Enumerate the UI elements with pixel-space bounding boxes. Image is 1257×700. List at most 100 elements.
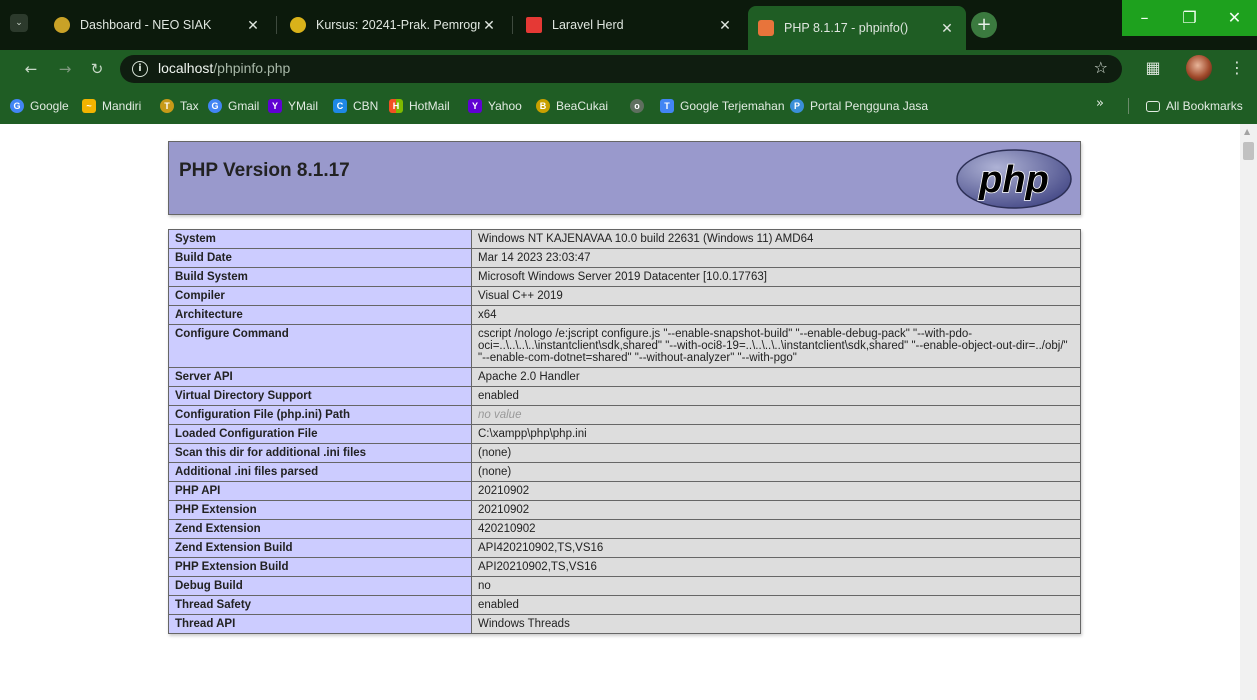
setting-name: Zend Extension Build (168, 538, 472, 558)
tab-laravel-herd[interactable]: Laravel Herd ✕ (516, 8, 744, 42)
page-scrollbar[interactable]: ▲ (1240, 124, 1257, 700)
bookmark-google-terjemahan[interactable]: T Google Terjemahan (660, 97, 785, 115)
table-row: Loaded Configuration File C:\xampp\php\ph… (168, 424, 1081, 444)
bookmark-google[interactable]: G Google (10, 97, 69, 115)
reload-button[interactable]: ↻ (86, 58, 108, 80)
setting-name: Server API (168, 367, 472, 387)
scroll-up-arrow-icon[interactable]: ▲ (1244, 127, 1250, 136)
bookmark-label: Mandiri (102, 99, 142, 113)
address-bar[interactable]: i localhost/phpinfo.php ☆ (120, 55, 1122, 83)
new-tab-button[interactable]: + (971, 12, 997, 38)
bookmark-beacukai[interactable]: B BeaCukai (536, 97, 608, 115)
xampp-favicon-icon (758, 20, 774, 36)
bookmark-label: Google (30, 99, 69, 113)
bookmark-yahoo[interactable]: Y Yahoo (468, 97, 522, 115)
setting-value: (none) (471, 462, 1081, 482)
table-row: Scan this dir for additional .ini files(… (168, 443, 1081, 463)
forward-button[interactable]: → (54, 58, 76, 80)
tab-kursus[interactable]: Kursus: 20241-Prak. Pemrogram ✕ (280, 8, 508, 42)
table-row: PHP API 20210902 (168, 481, 1081, 501)
yahoo-icon: Y (468, 99, 482, 113)
table-row: Configuration File (php.ini) Path no valu… (168, 405, 1081, 425)
tab-title: Dashboard - NEO SIAK (80, 18, 212, 32)
all-bookmarks-button[interactable]: All Bookmarks (1146, 97, 1243, 115)
google-icon: G (10, 99, 24, 113)
setting-name: Compiler (168, 286, 472, 306)
tab-close-icon[interactable]: ✕ (244, 17, 262, 34)
folder-icon (1146, 100, 1160, 112)
setting-name: Zend Extension (168, 519, 472, 539)
table-row: Architecture x64 (168, 305, 1081, 325)
bookmark-ymail[interactable]: Y YMail (268, 97, 318, 115)
setting-name: PHP API (168, 481, 472, 501)
bookmark-globe[interactable]: o (630, 97, 650, 115)
url-path: /phpinfo.php (213, 60, 291, 76)
scrollbar-thumb[interactable] (1243, 142, 1254, 160)
setting-name: Scan this dir for additional .ini files (168, 443, 472, 463)
tab-close-icon[interactable]: ✕ (938, 20, 956, 37)
tab-search-icon[interactable]: ⌄ (10, 14, 28, 32)
table-row: System Windows NT KAJENAVAA 10.0 build 22… (168, 229, 1081, 249)
table-row: Build System Microsoft Windows Server 201… (168, 267, 1081, 287)
tab-separator (512, 16, 513, 34)
bookmark-mandiri[interactable]: ~ Mandiri (82, 97, 141, 115)
bookmark-label: Yahoo (488, 99, 522, 113)
setting-value: no value (471, 405, 1081, 425)
setting-value: API420210902,TS,VS16 (471, 538, 1081, 558)
setting-name: PHP Extension (168, 500, 472, 520)
setting-value: C:\xampp\php\php.ini (471, 424, 1081, 444)
ymail-icon: Y (268, 99, 282, 113)
bookmark-hotmail[interactable]: H HotMail (389, 97, 450, 115)
tab-title: Kursus: 20241-Prak. Pemrogram (316, 18, 480, 32)
setting-name: Build System (168, 267, 472, 287)
tax-icon: T (160, 99, 174, 113)
table-row: Server API Apache 2.0 Handler (168, 367, 1081, 387)
all-bookmarks-label: All Bookmarks (1166, 99, 1243, 113)
setting-value: API20210902,TS,VS16 (471, 557, 1081, 577)
bookmark-tax[interactable]: T Tax (160, 97, 199, 115)
back-button[interactable]: ← (20, 58, 42, 80)
portal-icon: P (790, 99, 804, 113)
gmail-icon: G (208, 99, 222, 113)
kursus-favicon-icon (290, 17, 306, 33)
tab-title: Laravel Herd (552, 18, 624, 32)
php-logo-text: php (978, 159, 1049, 201)
bookmark-label: HotMail (409, 99, 450, 113)
tab-phpinfo[interactable]: PHP 8.1.17 - phpinfo() ✕ (748, 6, 966, 50)
setting-name: Additional .ini files parsed (168, 462, 472, 482)
laravel-herd-favicon-icon (526, 17, 542, 33)
tab-close-icon[interactable]: ✕ (716, 17, 734, 34)
setting-value: no (471, 576, 1081, 596)
setting-value: Apache 2.0 Handler (471, 367, 1081, 387)
tab-neo-siak[interactable]: Dashboard - NEO SIAK ✕ (44, 8, 272, 42)
hotmail-icon: H (389, 99, 403, 113)
site-info-icon[interactable]: i (132, 61, 148, 77)
tab-close-icon[interactable]: ✕ (480, 17, 498, 34)
bookmark-portal-pengguna-jasa[interactable]: P Portal Pengguna Jasa (790, 97, 928, 115)
bookmark-gmail[interactable]: G Gmail (208, 97, 259, 115)
restore-button[interactable]: ❐ (1167, 0, 1212, 36)
bookmarks-bar: G Google ~ Mandiri T Tax G Gmail Y YMail… (0, 88, 1257, 124)
menu-dots-icon[interactable]: ⋮ (1228, 56, 1246, 80)
table-row: PHP Extension Build API20210902,TS,VS16 (168, 557, 1081, 577)
setting-value: x64 (471, 305, 1081, 325)
bookmark-cbn[interactable]: C CBN (333, 97, 378, 115)
extensions-icon[interactable]: ▦ (1142, 57, 1164, 79)
table-row: Additional .ini files parsed (none) (168, 462, 1081, 482)
setting-name: Debug Build (168, 576, 472, 596)
more-bookmarks-chevron-icon[interactable]: » (1096, 96, 1104, 111)
neo-siak-favicon-icon (54, 17, 70, 33)
php-version-title: PHP Version 8.1.17 (179, 160, 350, 181)
php-logo-icon[interactable]: php (955, 148, 1073, 210)
setting-value: 420210902 (471, 519, 1081, 539)
bookmark-label: BeaCukai (556, 99, 609, 113)
tab-strip: ⌄ Dashboard - NEO SIAK ✕ Kursus: 20241-P… (0, 0, 1257, 50)
bookmark-star-icon[interactable]: ☆ (1094, 58, 1108, 77)
setting-name: System (168, 229, 472, 249)
minimize-button[interactable]: – (1122, 0, 1167, 36)
profile-avatar[interactable] (1186, 55, 1212, 81)
table-row: Configure Command cscript /nologo /e:jscr… (168, 324, 1081, 368)
close-window-button[interactable]: ✕ (1212, 0, 1257, 36)
url-text[interactable]: localhost/phpinfo.php (158, 60, 290, 76)
setting-value: 20210902 (471, 500, 1081, 520)
